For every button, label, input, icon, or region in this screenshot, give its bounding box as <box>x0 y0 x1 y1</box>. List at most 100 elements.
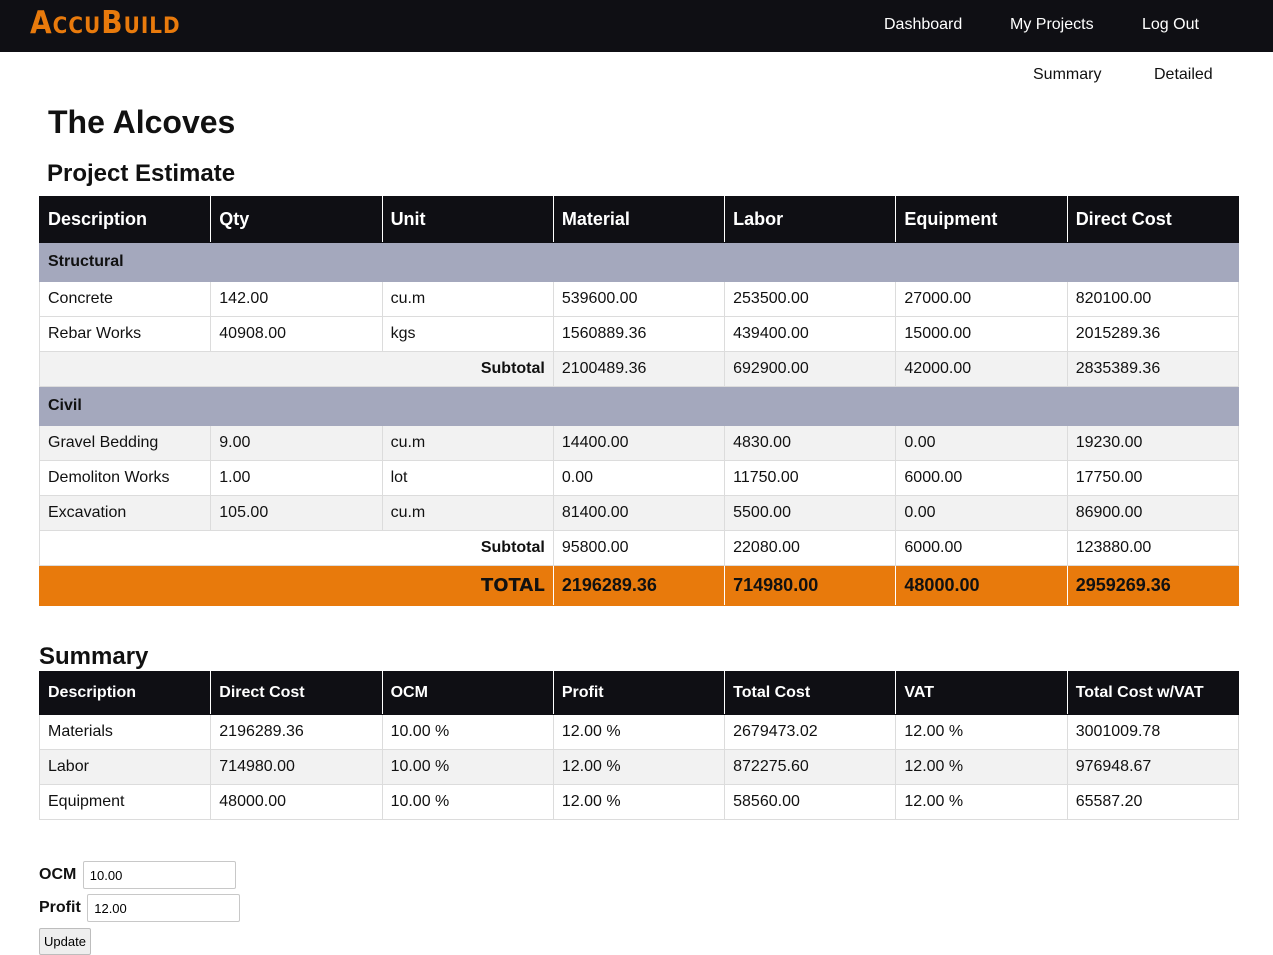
cell-total-cost: 872275.60 <box>724 749 897 785</box>
total-labor: 714980.00 <box>724 565 897 606</box>
col-direct-cost: Direct Cost <box>1066 196 1240 243</box>
col-total-cost-vat: Total Cost w/VAT <box>1066 671 1240 715</box>
cell-total-cost: 2679473.02 <box>724 714 897 750</box>
cell-description: Gravel Bedding <box>38 425 212 461</box>
subtotal-equipment: 42000.00 <box>895 351 1068 387</box>
cell-direct-cost: 86900.00 <box>1066 495 1240 531</box>
cell-equipment: 6000.00 <box>895 460 1068 496</box>
ocm-form-row: OCM <box>39 861 236 889</box>
cell-total-cost: 58560.00 <box>724 784 897 820</box>
cell-ocm: 10.00 % <box>381 749 554 785</box>
nav-my-projects-link[interactable]: My Projects <box>1010 16 1094 34</box>
cell-profit: 12.00 % <box>552 749 726 785</box>
cell-qty: 142.00 <box>210 281 383 317</box>
project-title: The Alcoves <box>48 104 236 140</box>
cell-direct-cost: 19230.00 <box>1066 425 1240 461</box>
category-row-structural: Structural <box>39 242 1239 282</box>
cell-labor: 4830.00 <box>724 425 897 461</box>
summary-section-title: Summary <box>39 643 149 670</box>
profit-label: Profit <box>39 899 81 917</box>
nav-dashboard-link[interactable]: Dashboard <box>884 16 962 34</box>
cell-direct-cost: 2196289.36 <box>210 714 383 750</box>
cell-equipment: 27000.00 <box>895 281 1068 317</box>
total-label: TOTAL <box>39 565 554 606</box>
cell-unit: cu.m <box>381 281 554 317</box>
table-row: Materials 2196289.36 10.00 % 12.00 % 267… <box>38 714 1240 750</box>
subtotal-material: 2100489.36 <box>552 351 726 387</box>
cell-qty: 9.00 <box>210 425 383 461</box>
cell-ocm: 10.00 % <box>381 784 554 820</box>
category-row-civil: Civil <box>39 386 1239 426</box>
cell-labor: 11750.00 <box>724 460 897 496</box>
ocm-input[interactable] <box>82 861 236 889</box>
table-row: Demoliton Works 1.00 lot 0.00 11750.00 6… <box>38 460 1240 496</box>
total-material: 2196289.36 <box>552 565 726 606</box>
table-row: Rebar Works 40908.00 kgs 1560889.36 4394… <box>38 316 1240 352</box>
summary-table: Description Direct Cost OCM Profit Total… <box>38 671 1240 820</box>
summary-view-link[interactable]: Summary <box>1033 66 1101 84</box>
cell-profit: 12.00 % <box>552 714 726 750</box>
cell-equipment: 0.00 <box>895 425 1068 461</box>
table-row: Labor 714980.00 10.00 % 12.00 % 872275.6… <box>38 749 1240 785</box>
cell-unit: kgs <box>381 316 554 352</box>
col-labor: Labor <box>724 196 897 243</box>
cell-qty: 1.00 <box>210 460 383 496</box>
cell-labor: 5500.00 <box>724 495 897 531</box>
subtotal-row-structural: Subtotal 2100489.36 692900.00 42000.00 2… <box>39 351 1240 387</box>
cell-description: Materials <box>38 714 212 750</box>
cell-unit: cu.m <box>381 425 554 461</box>
profit-form-row: Profit <box>39 894 241 922</box>
nav-log-out-link[interactable]: Log Out <box>1142 16 1199 34</box>
col-description: Description <box>38 671 212 715</box>
cell-direct-cost: 2015289.36 <box>1066 316 1240 352</box>
cell-total-cost-vat: 976948.67 <box>1066 749 1240 785</box>
cell-description: Demoliton Works <box>38 460 212 496</box>
subtotal-label: Subtotal <box>39 351 554 387</box>
cell-vat: 12.00 % <box>895 714 1068 750</box>
col-unit: Unit <box>381 196 554 243</box>
cell-description: Excavation <box>38 495 212 531</box>
update-button[interactable]: Update <box>39 928 91 955</box>
top-navbar: AccuBuild Dashboard My Projects Log Out <box>0 0 1273 52</box>
table-row: Equipment 48000.00 10.00 % 12.00 % 58560… <box>38 784 1240 820</box>
cell-equipment: 15000.00 <box>895 316 1068 352</box>
estimate-header-row: Description Qty Unit Material Labor Equi… <box>38 196 1240 243</box>
table-row: Concrete 142.00 cu.m 539600.00 253500.00… <box>38 281 1240 317</box>
cell-unit: cu.m <box>381 495 554 531</box>
accubuild-logo[interactable]: AccuBuild <box>30 4 181 40</box>
cell-direct-cost: 48000.00 <box>210 784 383 820</box>
subtotal-direct-cost: 2835389.36 <box>1066 351 1240 387</box>
estimate-section-title: Project Estimate <box>47 160 236 187</box>
cell-vat: 12.00 % <box>895 749 1068 785</box>
cell-total-cost-vat: 65587.20 <box>1066 784 1240 820</box>
project-estimate-table: Description Qty Unit Material Labor Equi… <box>38 196 1240 606</box>
cell-description: Equipment <box>38 784 212 820</box>
cell-material: 539600.00 <box>552 281 726 317</box>
cell-qty: 40908.00 <box>210 316 383 352</box>
detailed-view-link[interactable]: Detailed <box>1154 66 1213 84</box>
col-ocm: OCM <box>381 671 554 715</box>
cell-equipment: 0.00 <box>895 495 1068 531</box>
cell-vat: 12.00 % <box>895 784 1068 820</box>
cell-direct-cost: 820100.00 <box>1066 281 1240 317</box>
subtotal-direct-cost: 123880.00 <box>1066 530 1240 566</box>
total-direct-cost: 2959269.36 <box>1066 565 1240 606</box>
category-name: Civil <box>39 386 1239 426</box>
cell-description: Labor <box>38 749 212 785</box>
table-row: Gravel Bedding 9.00 cu.m 14400.00 4830.0… <box>38 425 1240 461</box>
subtotal-row-civil: Subtotal 95800.00 22080.00 6000.00 12388… <box>39 530 1240 566</box>
summary-header-row: Description Direct Cost OCM Profit Total… <box>38 671 1240 715</box>
cell-qty: 105.00 <box>210 495 383 531</box>
col-total-cost: Total Cost <box>724 671 897 715</box>
subtotal-material: 95800.00 <box>552 530 726 566</box>
profit-input[interactable] <box>87 894 241 922</box>
cell-unit: lot <box>381 460 554 496</box>
cell-material: 0.00 <box>552 460 726 496</box>
ocm-label: OCM <box>39 866 77 884</box>
col-equipment: Equipment <box>895 196 1068 243</box>
total-equipment: 48000.00 <box>895 565 1068 606</box>
col-direct-cost: Direct Cost <box>210 671 383 715</box>
col-profit: Profit <box>552 671 726 715</box>
cell-material: 81400.00 <box>552 495 726 531</box>
table-row: Excavation 105.00 cu.m 81400.00 5500.00 … <box>38 495 1240 531</box>
